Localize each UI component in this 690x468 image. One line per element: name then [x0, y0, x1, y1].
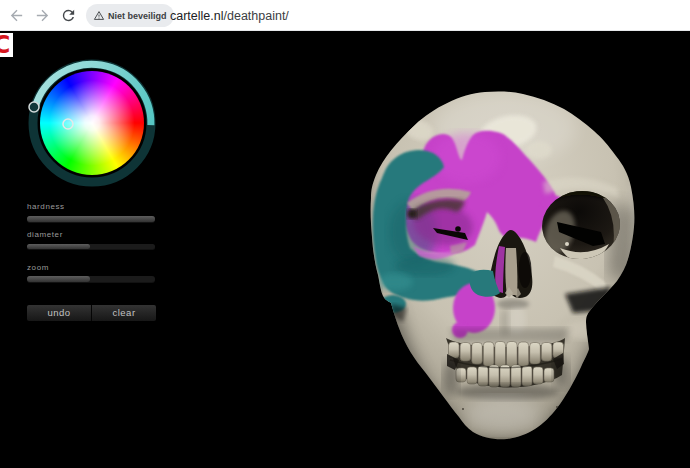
- hardness-label: hardness: [27, 202, 65, 211]
- diameter-label: diameter: [27, 230, 63, 239]
- address-bar-url[interactable]: cartelle.nl/deathpaint/: [170, 9, 289, 23]
- hardness-slider[interactable]: [27, 216, 155, 222]
- warning-icon: [93, 10, 105, 21]
- clear-button[interactable]: clear: [91, 305, 156, 321]
- hue-ring[interactable]: [20, 51, 164, 195]
- security-badge[interactable]: Niet beveiligd: [86, 4, 174, 27]
- back-icon[interactable]: [8, 7, 25, 24]
- browser-toolbar: Niet beveiligd cartelle.nl/deathpaint/: [0, 0, 690, 31]
- refresh-icon[interactable]: [60, 7, 77, 24]
- undo-button[interactable]: undo: [27, 305, 91, 321]
- site-logo[interactable]: C: [0, 33, 13, 57]
- zoom-label: zoom: [27, 263, 49, 272]
- diameter-slider[interactable]: [27, 244, 155, 250]
- wheel-marker[interactable]: [63, 119, 73, 129]
- security-badge-label: Niet beveiligd: [108, 11, 167, 21]
- ring-handle[interactable]: [29, 102, 39, 112]
- zoom-slider[interactable]: [27, 276, 155, 282]
- forward-icon[interactable]: [34, 7, 51, 24]
- skull-3d-canvas[interactable]: [355, 70, 655, 460]
